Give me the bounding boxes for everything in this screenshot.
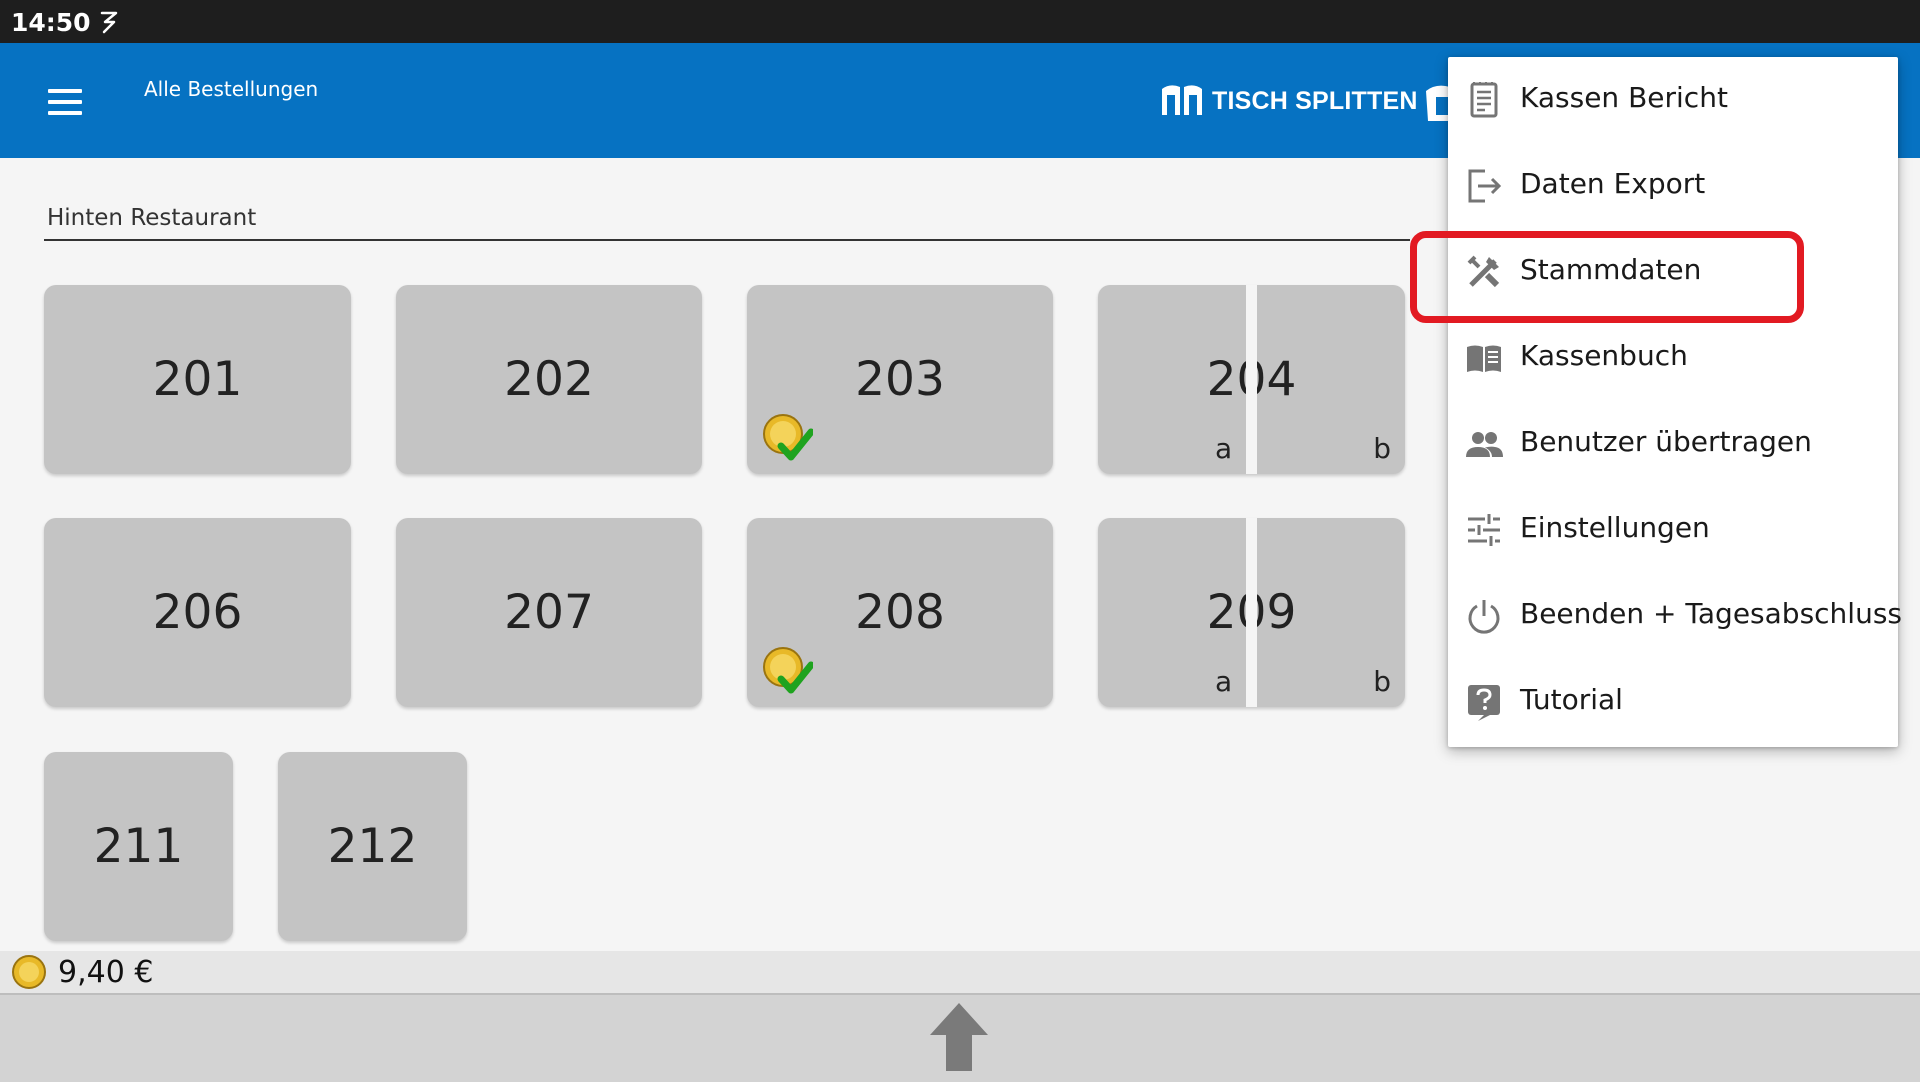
table-tile-201[interactable]: 201: [44, 285, 351, 474]
total-amount: 9,40 €: [58, 955, 154, 990]
tools-icon: [1467, 255, 1500, 288]
table-tile-206[interactable]: 206: [44, 518, 351, 707]
sliders-icon: [1468, 514, 1500, 546]
coin-icon: [12, 955, 46, 989]
subtable-a-label: a: [1215, 432, 1233, 465]
table-tile-204[interactable]: 204 a b: [1098, 285, 1405, 474]
area-dropdown[interactable]: Hinten Restaurant: [44, 203, 1410, 241]
menu-item-kassen-bericht[interactable]: Kassen Bericht: [1448, 57, 1898, 143]
book-icon: [1467, 345, 1501, 372]
split-table-button[interactable]: TISCH SPLITTEN: [1158, 79, 1418, 123]
menu-item-kassenbuch[interactable]: Kassenbuch: [1448, 315, 1898, 401]
menu-item-einstellungen[interactable]: Einstellungen: [1448, 487, 1898, 573]
table-tile-203[interactable]: 203: [747, 285, 1053, 474]
menu-item-label: Benutzer übertragen: [1520, 425, 1812, 458]
table-number: 207: [504, 585, 594, 640]
menu-item-label: Daten Export: [1520, 167, 1706, 200]
hamburger-menu-button[interactable]: [36, 77, 94, 127]
help-icon: [1468, 685, 1500, 721]
status-bar: 14:50: [0, 0, 1920, 43]
subtable-a-label: a: [1215, 665, 1233, 698]
table-tile-211[interactable]: 211: [44, 752, 233, 941]
table-tile-202[interactable]: 202: [396, 285, 702, 474]
table-number: 202: [504, 352, 594, 407]
menu-item-label: Tutorial: [1520, 683, 1623, 716]
split-table-icon: [1162, 85, 1202, 115]
paid-coin-icon: [763, 647, 813, 694]
menu-item-stammdaten[interactable]: Stammdaten: [1448, 229, 1898, 315]
menu-item-beenden-tagesabschluss[interactable]: Beenden + Tagesabschluss: [1448, 573, 1902, 659]
arrow-up-icon[interactable]: [928, 1001, 990, 1073]
bottom-bar: [0, 993, 1920, 1082]
menu-item-label: Einstellungen: [1520, 511, 1710, 544]
page-title: Alle Bestellungen: [144, 77, 319, 101]
menu-item-tutorial[interactable]: Tutorial: [1448, 659, 1898, 745]
table-tile-209[interactable]: 209 a b: [1098, 518, 1405, 707]
table-number: 206: [152, 585, 243, 640]
menu-item-label: Beenden + Tagesabschluss: [1520, 597, 1902, 630]
area-selected-label: Hinten Restaurant: [47, 205, 257, 231]
total-bar: 9,40 €: [0, 951, 1920, 993]
table-number: 201: [152, 352, 243, 407]
split-divider: [1246, 285, 1257, 474]
export-icon: [1468, 169, 1502, 203]
report-icon: [1470, 82, 1498, 118]
menu-item-label: Stammdaten: [1520, 253, 1702, 286]
menu-item-label: Kassen Bericht: [1520, 81, 1728, 114]
table-tile-207[interactable]: 207: [396, 518, 702, 707]
users-icon: [1466, 432, 1503, 457]
menu-item-label: Kassenbuch: [1520, 339, 1688, 372]
split-divider: [1246, 518, 1257, 707]
status-time: 14:50: [11, 8, 91, 37]
subtable-b-label: b: [1373, 432, 1391, 465]
table-number: 212: [327, 819, 418, 874]
menu-item-daten-export[interactable]: Daten Export: [1448, 143, 1898, 229]
power-icon: [1468, 600, 1500, 634]
split-table-label: TISCH SPLITTEN: [1212, 86, 1418, 115]
notification-icon: [100, 11, 118, 34]
subtable-b-label: b: [1373, 665, 1391, 698]
hamburger-icon: [48, 89, 82, 93]
table-tile-212[interactable]: 212: [278, 752, 467, 941]
table-number: 211: [93, 819, 184, 874]
menu-item-benutzer-uebertragen[interactable]: Benutzer übertragen: [1448, 401, 1898, 487]
table-tile-208[interactable]: 208: [747, 518, 1053, 707]
paid-coin-icon: [763, 414, 813, 461]
overflow-menu: Kassen Bericht Daten Export Stammdaten K…: [1448, 57, 1902, 747]
